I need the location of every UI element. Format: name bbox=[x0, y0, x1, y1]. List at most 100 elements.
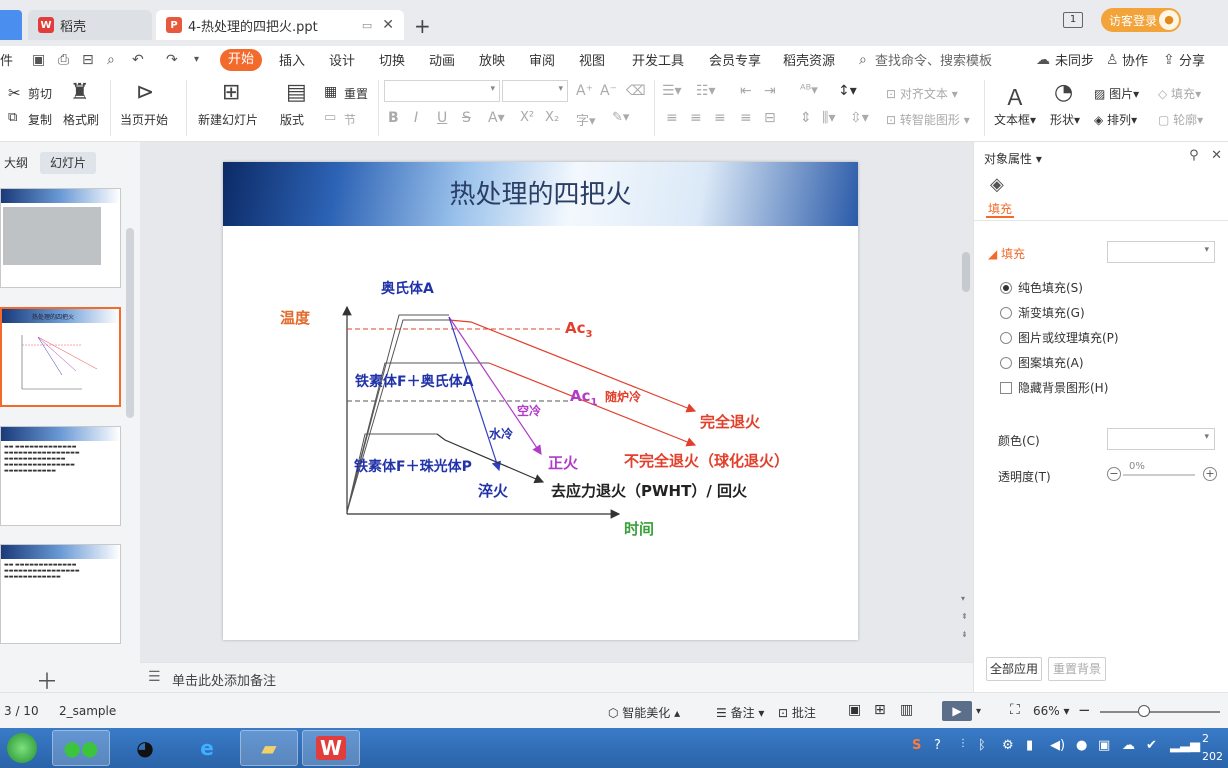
menu-member[interactable]: 会员专享 bbox=[709, 50, 761, 69]
next-page-icon[interactable]: ⇟ bbox=[961, 630, 968, 639]
format-painter-button[interactable]: 格式刷 bbox=[63, 111, 99, 128]
increase-font-icon[interactable]: A⁺ bbox=[576, 83, 593, 99]
bullet-list-icon[interactable]: ☰▾ bbox=[662, 83, 682, 99]
from-current-button[interactable]: 当页开始 bbox=[120, 111, 168, 128]
format-painter-icon[interactable]: ♜ bbox=[70, 80, 90, 105]
heat-treatment-diagram[interactable]: 奥氏体A 温度 Ac3 铁素体F＋奥氏体A Ac1 随炉冷 空冷 水冷 完全退火… bbox=[223, 162, 858, 640]
comment-button[interactable]: ⊡ 批注 bbox=[778, 704, 816, 721]
plus-icon[interactable]: + bbox=[1203, 467, 1217, 481]
network-tray-icon[interactable]: ▣ bbox=[1098, 738, 1110, 753]
text-direction-icon[interactable]: ᴬᴮ▾ bbox=[800, 83, 818, 98]
close-icon[interactable]: ✕ bbox=[382, 17, 394, 33]
superscript-icon[interactable]: X² bbox=[520, 110, 534, 125]
section-button[interactable]: 节 bbox=[344, 111, 356, 128]
sync-status[interactable]: 未同步 bbox=[1055, 50, 1094, 69]
notes-placeholder[interactable]: 单击此处添加备注 bbox=[172, 670, 276, 689]
scroll-down-icon[interactable]: ▾ bbox=[961, 594, 965, 603]
align-center-icon[interactable]: ≡ bbox=[690, 110, 702, 126]
export-pdf-icon[interactable]: ⎙ bbox=[58, 52, 69, 68]
reset-icon[interactable]: ▦ bbox=[324, 84, 337, 100]
pin-icon[interactable]: ⚲ bbox=[1189, 148, 1199, 163]
zoom-level[interactable]: 66% ▾ bbox=[1033, 704, 1070, 718]
menu-design[interactable]: 设计 bbox=[329, 50, 355, 69]
battery-icon[interactable]: ▮ bbox=[1026, 738, 1033, 753]
slide-thumbnail-3[interactable]: ▬▬ ▬▬▬▬▬▬▬▬▬▬▬▬▬ ▬▬▬▬▬▬▬▬▬▬▬▬▬▬▬▬ ▬▬▬▬▬▬▬▬… bbox=[0, 426, 121, 526]
copy-button[interactable]: 复制 bbox=[28, 111, 52, 128]
file-explorer-icon[interactable]: ▰ bbox=[240, 730, 298, 766]
scissors-icon[interactable]: ✂ bbox=[8, 84, 21, 102]
normal-view-icon[interactable]: ▣ bbox=[848, 702, 861, 718]
canvas-scrollbar[interactable] bbox=[962, 252, 970, 292]
command-search[interactable]: 查找命令、搜索模板 bbox=[875, 50, 992, 69]
transparency-slider[interactable]: − 0% + bbox=[1107, 461, 1217, 485]
minus-icon[interactable]: − bbox=[1107, 467, 1121, 481]
radio-pattern-fill[interactable]: 图案填充(A) bbox=[1000, 354, 1084, 371]
tab-outline[interactable]: 大纲 bbox=[4, 154, 28, 171]
menu-start[interactable]: 开始 bbox=[220, 49, 262, 71]
redo-icon[interactable]: ↷ bbox=[166, 52, 178, 68]
print-preview-icon[interactable]: ⌕ bbox=[107, 52, 115, 68]
fill-bucket-icon[interactable]: ◈ bbox=[990, 174, 1004, 195]
new-tab-icon[interactable]: + bbox=[414, 14, 431, 38]
security-tray-icon[interactable]: ✔ bbox=[1146, 738, 1157, 753]
print-icon[interactable]: ⊟ bbox=[82, 52, 94, 68]
justify-icon[interactable]: ≡ bbox=[740, 110, 752, 126]
tab-slides[interactable]: 幻灯片 bbox=[40, 152, 96, 174]
zoom-out-icon[interactable]: − bbox=[1078, 701, 1091, 719]
apply-all-button[interactable]: 全部应用 bbox=[986, 657, 1042, 681]
new-slide-icon[interactable]: ⊞ bbox=[222, 80, 240, 105]
qq-app-icon[interactable]: ◕ bbox=[116, 730, 174, 766]
layout-button[interactable]: 版式 bbox=[280, 111, 304, 128]
highlight-icon[interactable]: ✎▾ bbox=[612, 110, 629, 125]
color-select[interactable] bbox=[1107, 428, 1215, 450]
phonetic-icon[interactable]: 字▾ bbox=[576, 110, 596, 129]
picture-button[interactable]: ▨ 图片▾ bbox=[1094, 85, 1139, 102]
strikethrough-icon[interactable]: S bbox=[462, 110, 471, 126]
spacing-options-icon[interactable]: ⇳▾ bbox=[850, 110, 869, 126]
reading-view-icon[interactable]: ▥ bbox=[900, 702, 913, 718]
textbox-button[interactable]: 文本框▾ bbox=[994, 111, 1036, 128]
radio-gradient-fill[interactable]: 渐变填充(G) bbox=[1000, 304, 1085, 321]
radio-picture-fill[interactable]: 图片或纹理填充(P) bbox=[1000, 329, 1119, 346]
textbox-icon[interactable]: Ａ bbox=[1004, 80, 1026, 112]
layout-icon[interactable]: ▤ bbox=[286, 80, 307, 105]
sogou-input-icon[interactable]: S bbox=[912, 738, 921, 753]
menu-slideshow[interactable]: 放映 bbox=[479, 50, 505, 69]
column-icon[interactable]: ⫼▾ bbox=[822, 110, 835, 126]
home-tab-stub[interactable] bbox=[0, 10, 22, 40]
tab-daoke[interactable]: W 稻壳 bbox=[28, 10, 152, 40]
start-button[interactable] bbox=[0, 730, 44, 766]
slide-thumbnail-2[interactable]: 热处理的四把火 bbox=[0, 307, 121, 407]
slide-thumbnail-1[interactable] bbox=[0, 188, 121, 288]
collab-button[interactable]: 协作 bbox=[1122, 50, 1148, 69]
smart-art-button[interactable]: ⊡ 转智能图形 ▾ bbox=[886, 111, 970, 128]
menu-developer[interactable]: 开发工具 bbox=[632, 50, 684, 69]
underline-icon[interactable]: U bbox=[437, 110, 447, 126]
play-options-icon[interactable]: ▾ bbox=[976, 706, 981, 717]
tray-expand-icon[interactable]: ⋮ bbox=[958, 738, 968, 749]
login-button[interactable]: 访客登录 ● bbox=[1101, 8, 1181, 32]
slide-3[interactable]: 热处理的四把火 奥氏体A 温度 Ac3 铁素体F＋奥氏体A Ac1 随炉冷 空冷… bbox=[223, 162, 858, 640]
font-size-select[interactable] bbox=[502, 80, 568, 102]
distribute-icon[interactable]: ⊟ bbox=[764, 110, 776, 126]
clock[interactable]: 2 202 bbox=[1202, 730, 1223, 766]
decrease-indent-icon[interactable]: ⇤ bbox=[740, 83, 752, 99]
fit-window-icon[interactable]: ⛶ bbox=[1010, 702, 1020, 718]
quick-access-dropdown-icon[interactable]: ▾ bbox=[194, 54, 199, 65]
slide-sorter-icon[interactable]: ⊞ bbox=[874, 702, 886, 718]
menu-insert[interactable]: 插入 bbox=[279, 50, 305, 69]
align-left-icon[interactable]: ≡ bbox=[666, 110, 678, 126]
arrange-button[interactable]: ◈ 排列▾ bbox=[1094, 111, 1137, 128]
menu-animation[interactable]: 动画 bbox=[429, 50, 455, 69]
wps-app-icon[interactable]: W bbox=[302, 730, 360, 766]
undo-icon[interactable]: ↶ bbox=[132, 52, 144, 68]
menu-file[interactable]: 件 bbox=[0, 50, 13, 69]
wechat-app-icon[interactable]: ●● bbox=[52, 730, 110, 766]
line-spacing-icon[interactable]: ↕▾ bbox=[838, 83, 857, 99]
font-name-select[interactable] bbox=[384, 80, 500, 102]
fill-type-select[interactable] bbox=[1107, 241, 1215, 263]
wechat-tray-icon[interactable]: ● bbox=[1076, 738, 1087, 753]
align-right-icon[interactable]: ≡ bbox=[714, 110, 726, 126]
ie-browser-icon[interactable]: e bbox=[178, 730, 236, 766]
zoom-slider-thumb[interactable] bbox=[1138, 705, 1150, 717]
